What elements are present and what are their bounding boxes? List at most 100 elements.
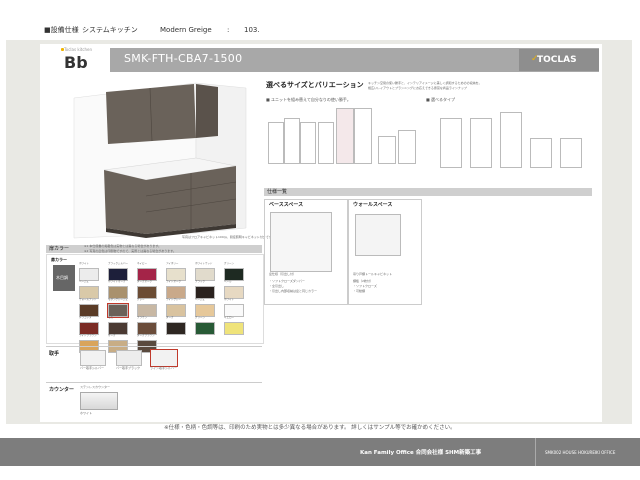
swatch-grid: ホワイト ブラックシルバー ネイビー アイボリー ホワイトウッド グリーン ベージュ ホワイト… [79,262,259,353]
base-space-card: ベーススペース 扉仕様（引出し付） ・ソフトクローズダンパー ・全引出し ・引出… [264,199,348,305]
spec-header: 仕様一覧 [264,188,592,196]
counter-color-name: ホワイト [80,411,93,415]
top-header: ■設備仕様 システムキッチン Modern Greige : 103. [0,0,640,40]
base-caption: 扉仕様（引出し付） [269,272,297,276]
counter-section: カウンター ステンレスカウンター ホワイト [46,382,262,421]
footer-company: Kan Family Office 合同会社様 SHM新築工事 [360,450,482,456]
base-note: ・全引出し [269,284,285,288]
color-swatch-label: イエロー [224,316,234,319]
door-color-label: 扉カラー [49,245,70,252]
handle-swatch[interactable] [80,350,106,366]
variation-desc-2: 幅広いレイアウトとプランニングにお応えできる豊富な商品ラインナップ [368,86,467,90]
door-color-note-1: ※1 本仕様書の掲載色は実物とは異なる場合があります。 [84,244,162,248]
base-cabinet-image [270,212,332,272]
page-number: 103. [244,26,260,34]
color-swatch-label: ダークブラウン [137,334,155,337]
type-image [530,138,552,168]
color-swatch-label: ライトグレー [166,298,182,301]
handle-section: 取手 バー取手シルバー バー取手ブラック ライン取手シルバー [46,346,262,381]
logo: Toclas kitchen Bb [44,46,110,76]
color-swatch-label: ネイビー [137,262,148,265]
variation-title: 選べるサイズとバリエーション [266,81,364,89]
variation-sub-2: ■ 選べるタイプ [426,97,456,102]
color-swatch-label: モダングレージュ [108,298,128,301]
type-image [560,138,582,168]
handle-swatch[interactable] [116,350,142,366]
color-swatch-label: ブラック [195,280,206,283]
base-space-title: ベーススペース [269,202,304,208]
color-swatch-label: ホワイトウッド [195,262,213,265]
counter-swatch[interactable] [80,392,118,410]
wall-note: ・ソフトクローズ [353,284,377,288]
wall-note: 棚板（2枚付） [353,279,373,283]
type-image [500,112,522,168]
unit-image [398,130,416,164]
counter-label: カウンター [49,387,75,393]
color-swatch-label: ホワイトオーク [108,280,126,283]
handle-name: バー取手シルバー [80,366,105,370]
footer-note: ※仕様・色柄・色調等は、印刷のため実物とは多少異なる場合があります。 詳しくはサ… [164,425,456,431]
main-image: 写真はフロアキャビネット100㎝、間接照明キャビネット付きです。 [46,78,274,244]
color-swatch-label: ダーク [166,316,174,319]
color-swatch-label: ベージュ [195,298,205,301]
color-swatch-label: グリーン [195,316,205,319]
model-number: SMK-FTH-CBA7-1500 [124,52,243,65]
color-swatch-label: ウォールナット [79,298,97,301]
row-label: 木目調 [56,275,68,280]
base-note: ・引出し内部収納は扉と同じカラー [269,289,318,293]
color-swatch-label: ライトブラウン [79,334,97,337]
unit-image [354,108,372,164]
base-note: ・ソフトクローズダンパー [269,279,305,283]
variation-sub-1: ■ ユニットを組み替えて自分なりの使い勝手。 [266,97,351,102]
grade-label: 扉カラー [51,257,67,262]
door-color-note-2: ※2 写真の扉色は印刷物ですので、実際とは異なる場合があります。 [84,249,176,253]
color-swatch-label: テラコッタ [79,316,92,319]
wall-caption: 吊り戸棚トールキャビネット [353,272,393,276]
unit-image [378,136,396,164]
wall-cabinet-image [355,214,401,256]
color-swatch-label: ペール [224,280,232,283]
color-swatch[interactable] [195,322,215,335]
color-swatch[interactable] [224,322,244,335]
counter-name: ステンレスカウンター [80,385,111,389]
brand-name: TOCLAS [537,55,577,65]
wall-space-card: ウォールスペース 吊り戸棚トールキャビネット 棚板（2枚付） ・ソフトクローズ … [348,199,422,305]
handle-swatch-selected[interactable] [150,349,178,367]
color-swatch-label: ダークオーク [137,280,153,283]
wall-note: ・可動棚 [353,289,366,293]
color-swatch[interactable] [166,322,186,335]
variation-desc-1: キッチン空間の使い勝手と、インテリアイメージに美しく調和するためのの収納を。 [368,81,482,85]
footer-project: SMK002 HOUSE HOKUREIKI OFFICE [545,450,616,455]
handle-label: 取手 [49,351,60,357]
unit-image [284,118,300,164]
unit-image [318,122,334,164]
handle-name: ライン取手シルバー [150,366,178,370]
footer-divider [535,438,536,466]
logo-tagline: Toclas kitchen [64,47,93,52]
logo-mark-icon [61,48,64,51]
color-swatch-label: ベージュ [79,280,89,283]
color-swatch-label: ホワイト [79,262,90,265]
wall-space-title: ウォールスペース [353,202,393,208]
color-swatch-label: グリーン [224,262,234,265]
color-swatch-label: ブラックシルバー [108,262,129,265]
color-swatch-label: グレー [137,298,145,301]
type-image [440,118,462,168]
color-name: Modern Greige [160,26,212,34]
color-swatch-label: ライトオーク [166,280,182,283]
type-image [470,118,492,168]
unit-image [268,122,284,164]
door-color-grid: 扉カラー 木目調 ホワイト ブラックシルバー ネイビー アイボリー ホワイトウッド グリー… [46,254,264,353]
color-swatch-label: ホワイト [224,298,235,301]
product-type: システムキッチン [82,26,138,34]
handle-name: バー取手ブラック [116,366,141,370]
kitchen-cabinet-illustration [73,82,247,239]
unit-image [336,108,354,164]
color-swatch-label: アイボリー [166,262,179,265]
variation-section: 選べるサイズとバリエーション キッチン空間の使い勝手と、インテリアイメージに美し… [264,78,592,186]
unit-image [300,122,316,164]
separator: : [227,26,230,34]
color-swatch-label: オーク [108,334,116,337]
row-label-box: 木目調 [53,265,75,291]
color-swatch-label: モカ [108,316,114,319]
